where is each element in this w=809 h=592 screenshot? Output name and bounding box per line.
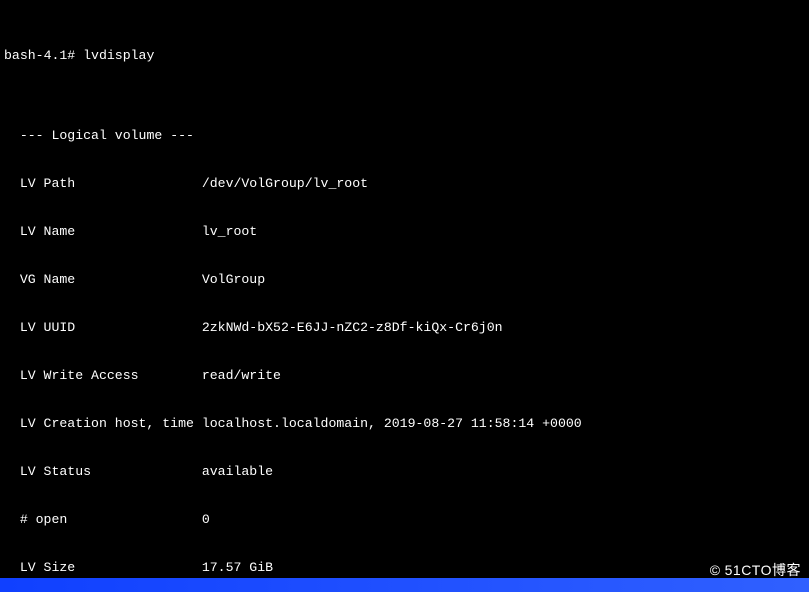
lv-row: LV Statusavailable: [4, 464, 805, 480]
lv-key: LV Status: [20, 464, 202, 480]
lv-value: read/write: [202, 368, 281, 384]
lv-row: LV UUID2zkNWd-bX52-E6JJ-nZC2-z8Df-kiQx-C…: [4, 320, 805, 336]
command-text: lvdisplay: [83, 48, 154, 64]
copyright-icon: ©: [710, 562, 721, 578]
lv-row: LV Size17.57 GiB: [4, 560, 805, 576]
lv-key: LV Write Access: [20, 368, 202, 384]
lv-value: available: [202, 464, 273, 480]
lv-value: lv_root: [202, 224, 257, 240]
lv-row: LV Namelv_root: [4, 224, 805, 240]
lv-key: # open: [20, 512, 202, 528]
lv-row: VG NameVolGroup: [4, 272, 805, 288]
lv-value: /dev/VolGroup/lv_root: [202, 176, 368, 192]
lv-key: LV Creation host, time: [20, 416, 202, 432]
shell-prompt: bash-4.1#: [4, 48, 83, 64]
lv-value: 2zkNWd-bX52-E6JJ-nZC2-z8Df-kiQx-Cr6j0n: [202, 320, 503, 336]
lv-section-header: --- Logical volume ---: [4, 128, 805, 144]
lv-key: VG Name: [20, 272, 202, 288]
lv-row: LV Path/dev/VolGroup/lv_root: [4, 176, 805, 192]
lv-key: LV UUID: [20, 320, 202, 336]
terminal-output: bash-4.1# lvdisplay --- Logical volume -…: [0, 0, 809, 592]
lv-key: LV Name: [20, 224, 202, 240]
footer-bar: [0, 578, 809, 592]
lv-row: LV Write Accessread/write: [4, 368, 805, 384]
lv-row: LV Creation host, timelocalhost.localdom…: [4, 416, 805, 432]
watermark: ©51CTO博客: [710, 562, 801, 578]
lv-value: 17.57 GiB: [202, 560, 273, 576]
lv-value: 0: [202, 512, 210, 528]
shell-prompt-line[interactable]: bash-4.1# lvdisplay: [4, 48, 805, 64]
lv-value: VolGroup: [202, 272, 265, 288]
lv-value: localhost.localdomain, 2019-08-27 11:58:…: [202, 416, 582, 432]
lv-key: LV Path: [20, 176, 202, 192]
lv-row: # open0: [4, 512, 805, 528]
watermark-text: 51CTO博客: [725, 562, 801, 578]
lv-key: LV Size: [20, 560, 202, 576]
